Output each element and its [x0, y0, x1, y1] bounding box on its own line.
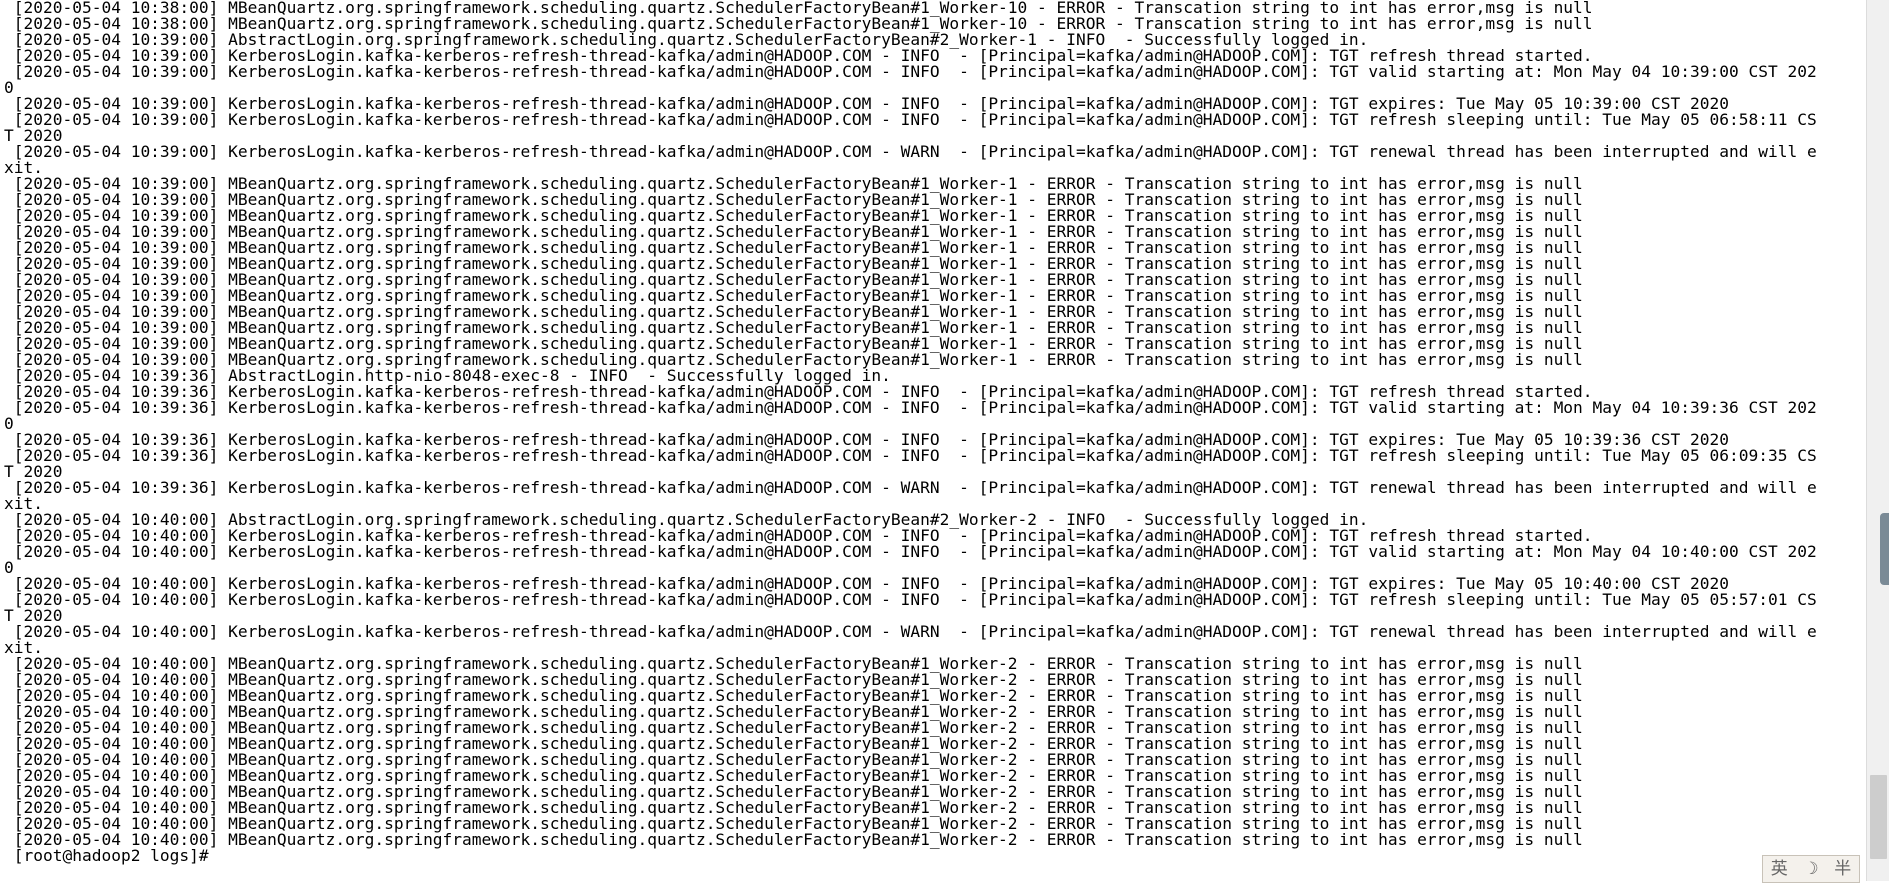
ime-halfwidth-toggle[interactable]: 半: [1831, 857, 1854, 881]
ime-toolbar[interactable]: 英 ☽ 半: [1762, 855, 1860, 883]
log-line: [2020-05-04 10:39:36] KerberosLogin.kafk…: [4, 478, 1817, 497]
log-line: [2020-05-04 10:39:36] KerberosLogin.kafk…: [4, 446, 1817, 465]
log-line: [2020-05-04 10:39:00] KerberosLogin.kafk…: [4, 110, 1817, 129]
log-line: [2020-05-04 10:40:00] KerberosLogin.kafk…: [4, 590, 1817, 609]
scrollbar-thumb[interactable]: [1870, 775, 1887, 859]
side-panel-handle[interactable]: [1880, 513, 1889, 585]
log-line: [2020-05-04 10:40:00] KerberosLogin.kafk…: [4, 542, 1817, 561]
log-line: [2020-05-04 10:40:00] KerberosLogin.kafk…: [4, 622, 1817, 641]
shell-prompt: [root@hadoop2 logs]#: [4, 846, 209, 865]
log-line: [2020-05-04 10:39:00] KerberosLogin.kafk…: [4, 62, 1817, 81]
log-line: [2020-05-04 10:39:36] KerberosLogin.kafk…: [4, 398, 1817, 417]
ime-language-toggle[interactable]: 英: [1768, 857, 1791, 881]
moon-icon[interactable]: ☽: [1800, 857, 1821, 881]
log-line: [2020-05-04 10:40:00] MBeanQuartz.org.sp…: [4, 830, 1583, 849]
terminal-window[interactable]: [2020-05-04 10:38:00] MBeanQuartz.org.sp…: [0, 0, 1866, 881]
log-line: [2020-05-04 10:39:00] KerberosLogin.kafk…: [4, 142, 1817, 161]
terminal-output[interactable]: [2020-05-04 10:38:00] MBeanQuartz.org.sp…: [0, 0, 1866, 864]
vertical-scrollbar[interactable]: [1866, 0, 1889, 881]
